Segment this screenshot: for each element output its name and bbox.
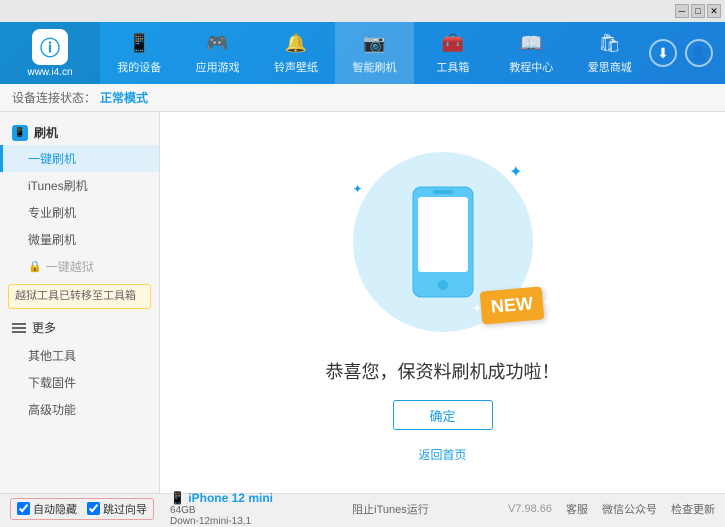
device-info: 📱 iPhone 12 mini 64GB Down-12mini-13,1 xyxy=(170,491,273,527)
minimize-button[interactable]: ─ xyxy=(675,4,689,18)
smart-flash-icon: 📷 xyxy=(362,31,386,55)
nav-toolbox[interactable]: 🧰 工具箱 xyxy=(414,22,492,84)
nav-smart-flash[interactable]: 📷 智能刷机 xyxy=(335,22,413,84)
flash-section-icon: 📱 xyxy=(12,125,28,141)
status-value: 正常模式 xyxy=(100,89,148,106)
bottom-right: V7.98.66 客服 微信公众号 检查更新 xyxy=(508,501,715,517)
version-label: V7.98.66 xyxy=(508,503,552,515)
nav-shop-label: 爱思商城 xyxy=(588,59,632,75)
sidebar-item-one-click[interactable]: 一键刷机 xyxy=(0,145,159,172)
ringtones-icon: 🔔 xyxy=(284,31,308,55)
nav-items: 📱 我的设备 🎮 应用游戏 🔔 铃声壁纸 📷 智能刷机 🧰 工具箱 📖 教程中心… xyxy=(100,22,649,84)
sidebar-item-download-fw[interactable]: 下载固件 xyxy=(0,369,159,396)
sidebar-item-pro-flash[interactable]: 专业刷机 xyxy=(0,199,159,226)
device-version: Down-12mini-13,1 xyxy=(170,516,273,527)
nav-ringtones-label: 铃声壁纸 xyxy=(274,59,318,75)
more-line-1 xyxy=(12,323,26,325)
user-button[interactable]: 👤 xyxy=(685,39,713,67)
nav-smart-flash-label: 智能刷机 xyxy=(352,59,396,75)
nav-apps-games-label: 应用游戏 xyxy=(196,59,240,75)
support-button[interactable]: 客服 xyxy=(566,501,588,517)
phone-svg xyxy=(408,182,478,302)
warning-text: 越狱工具已转移至工具箱 xyxy=(15,290,136,302)
sidebar-item-itunes-flash[interactable]: iTunes刷机 xyxy=(0,172,159,199)
download-fw-label: 下载固件 xyxy=(28,376,76,390)
nav-ringtones[interactable]: 🔔 铃声壁纸 xyxy=(257,22,335,84)
itunes-flash-label: iTunes刷机 xyxy=(28,179,88,193)
back-link[interactable]: 返回首页 xyxy=(418,446,466,463)
status-bar: 设备连接状态： 正常模式 xyxy=(0,84,725,112)
success-text: 恭喜您，保资料刷机成功啦！ xyxy=(326,358,560,384)
content-area: NEW ✦ ✦ 恭喜您，保资料刷机成功啦！ 确定 返回首页 xyxy=(160,112,725,493)
sidebar-warning: 越狱工具已转移至工具箱 xyxy=(8,284,151,309)
download-button[interactable]: ⬇ xyxy=(649,39,677,67)
nav-my-device[interactable]: 📱 我的设备 xyxy=(100,22,178,84)
sparkle-2: ✦ xyxy=(353,182,363,196)
more-label: 更多 xyxy=(32,319,56,336)
wechat-button[interactable]: 微信公众号 xyxy=(602,501,657,517)
flash-section-label: 刷机 xyxy=(34,124,58,141)
sidebar-item-micro-flash[interactable]: 微量刷机 xyxy=(0,226,159,253)
bottom-bar: 自动隐藏 跳过向导 📱 iPhone 12 mini 64GB Down-12m… xyxy=(0,493,725,523)
auto-hide-label[interactable]: 自动隐藏 xyxy=(17,501,77,517)
header-right: ⬇ 👤 xyxy=(649,39,725,67)
logo-icon: ⓘ xyxy=(32,29,68,65)
more-icon xyxy=(12,323,26,333)
shop-icon: 🛍 xyxy=(598,31,622,55)
logo-text: www.i4.cn xyxy=(27,67,72,78)
more-line-2 xyxy=(12,327,26,329)
itunes-status: 阻止iTunes运行 xyxy=(352,501,429,517)
tutorial-icon: 📖 xyxy=(519,31,543,55)
sidebar-item-advanced[interactable]: 高级功能 xyxy=(0,396,159,423)
device-icon: 📱 xyxy=(170,491,185,505)
my-device-icon: 📱 xyxy=(127,31,151,55)
update-button[interactable]: 检查更新 xyxy=(671,501,715,517)
nav-my-device-label: 我的设备 xyxy=(117,59,161,75)
more-line-3 xyxy=(12,331,26,333)
window-controls: ─ □ ✕ xyxy=(675,4,721,18)
maximize-button[interactable]: □ xyxy=(691,4,705,18)
nav-shop[interactable]: 🛍 爱思商城 xyxy=(571,22,649,84)
success-illustration: NEW ✦ ✦ xyxy=(333,142,553,342)
device-storage: 64GB xyxy=(170,505,273,516)
new-badge: NEW xyxy=(479,286,544,324)
one-click-label: 一键刷机 xyxy=(28,152,76,166)
sidebar-section-jailbreak: 🔒 一键越狱 xyxy=(0,253,159,280)
sidebar-section-flash: 📱 刷机 xyxy=(0,120,159,145)
advanced-label: 高级功能 xyxy=(28,403,76,417)
pass-wizard-label[interactable]: 跳过向导 xyxy=(87,501,147,517)
checkbox-group: 自动隐藏 跳过向导 xyxy=(10,498,154,520)
header: ⓘ www.i4.cn 📱 我的设备 🎮 应用游戏 🔔 铃声壁纸 📷 智能刷机 … xyxy=(0,22,725,84)
title-bar: ─ □ ✕ xyxy=(0,0,725,22)
nav-tutorial-label: 教程中心 xyxy=(509,59,553,75)
nav-tutorial[interactable]: 📖 教程中心 xyxy=(492,22,570,84)
micro-flash-label: 微量刷机 xyxy=(28,233,76,247)
main-layout: 📱 刷机 一键刷机 iTunes刷机 专业刷机 微量刷机 🔒 一键越狱 越狱工具… xyxy=(0,112,725,493)
pass-wizard-checkbox[interactable] xyxy=(87,502,100,515)
device-name: iPhone 12 mini xyxy=(188,491,273,505)
nav-toolbox-label: 工具箱 xyxy=(436,59,469,75)
other-tools-label: 其他工具 xyxy=(28,349,76,363)
lock-icon: 🔒 xyxy=(28,260,42,273)
sidebar-item-other-tools[interactable]: 其他工具 xyxy=(0,342,159,369)
sparkle-1: ✦ xyxy=(509,162,522,182)
pro-flash-label: 专业刷机 xyxy=(28,206,76,220)
auto-hide-checkbox[interactable] xyxy=(17,502,30,515)
jailbreak-label: 一键越狱 xyxy=(46,258,94,275)
bottom-left: 自动隐藏 跳过向导 📱 iPhone 12 mini 64GB Down-12m… xyxy=(10,491,273,527)
close-button[interactable]: ✕ xyxy=(707,4,721,18)
sidebar-section-more: 更多 xyxy=(0,313,159,342)
itunes-status-text: 阻止iTunes运行 xyxy=(352,504,429,516)
apps-games-icon: 🎮 xyxy=(206,31,230,55)
sidebar: 📱 刷机 一键刷机 iTunes刷机 专业刷机 微量刷机 🔒 一键越狱 越狱工具… xyxy=(0,112,160,493)
nav-apps-games[interactable]: 🎮 应用游戏 xyxy=(178,22,256,84)
status-label: 设备连接状态： xyxy=(12,89,96,106)
logo[interactable]: ⓘ www.i4.cn xyxy=(0,22,100,84)
toolbox-icon: 🧰 xyxy=(441,31,465,55)
auto-hide-text: 自动隐藏 xyxy=(33,501,77,517)
pass-wizard-text: 跳过向导 xyxy=(103,501,147,517)
confirm-button[interactable]: 确定 xyxy=(393,400,493,430)
